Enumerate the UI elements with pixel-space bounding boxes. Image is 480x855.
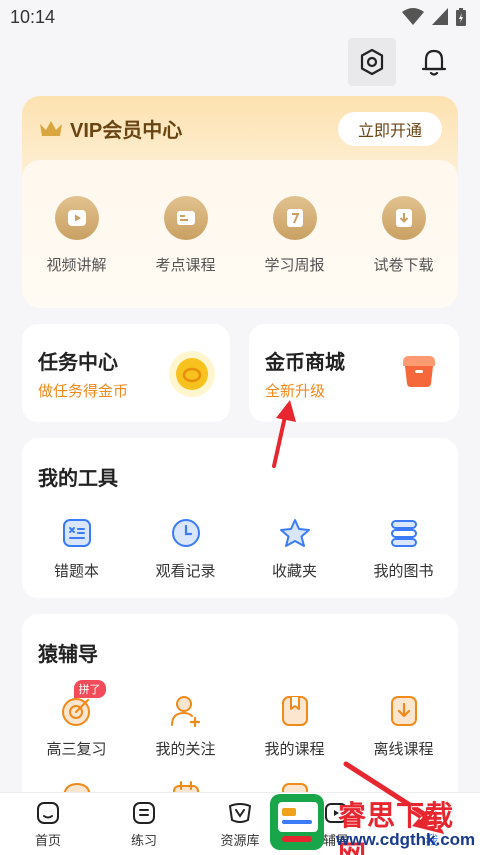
coin-icon <box>169 351 215 397</box>
vip-item-weekly[interactable]: 学习周报 <box>245 196 345 308</box>
vip-item-label: 考点课程 <box>155 257 216 274</box>
download-box-icon <box>387 694 421 728</box>
watermark-url: www.cdgthk.com <box>336 830 476 849</box>
calendar-7-icon <box>272 196 317 240</box>
vip-item-download[interactable]: 试卷下载 <box>354 196 454 308</box>
guide-offline-courses[interactable]: 离线课程 <box>354 694 454 759</box>
status-icons <box>402 8 466 26</box>
home-icon <box>37 801 59 824</box>
tool-label: 收藏夹 <box>271 563 317 580</box>
guide-my-courses[interactable]: 我的课程 <box>245 694 345 759</box>
coin-shop-subtitle: 全新升级 <box>265 383 326 400</box>
shop-basket-icon <box>403 356 435 387</box>
vip-center-card: VIP会员中心 立即开通 视频讲解 考点课程 学习周报 试卷下载 <box>22 96 458 308</box>
top-actions <box>348 38 458 86</box>
tool-wrong-book[interactable]: 错题本 <box>27 516 127 581</box>
vip-item-video[interactable]: 视频讲解 <box>27 196 127 308</box>
target-icon: 拼了 <box>60 680 106 728</box>
tab-label: 资源库 <box>220 832 260 848</box>
guide-label: 我的课程 <box>264 741 325 758</box>
tool-favorites[interactable]: 收藏夹 <box>245 516 345 581</box>
vip-title-row: VIP会员中心 <box>38 114 182 143</box>
card-icon <box>163 196 208 240</box>
guide-label: 我的关注 <box>155 741 216 758</box>
task-center-card[interactable]: 任务中心 做任务得金币 <box>22 324 230 422</box>
clock-icon <box>169 516 203 550</box>
yuanfudao-grid: 拼了 高三复习 我的关注 我的课程 离线课程 <box>22 680 458 759</box>
settings-button[interactable] <box>348 38 396 86</box>
vip-open-button[interactable]: 立即开通 <box>337 112 442 146</box>
books-icon <box>387 516 421 550</box>
status-bar: 10:14 <box>0 0 480 34</box>
tab-label: 首页 <box>34 832 61 848</box>
guide-label: 高三复习 <box>46 741 107 758</box>
coin-shop-title: 金币商城 <box>265 352 345 374</box>
tool-label: 错题本 <box>53 563 99 580</box>
promo-badge: 拼了 <box>73 680 106 698</box>
vip-item-course[interactable]: 考点课程 <box>136 196 236 308</box>
tool-label: 我的图书 <box>373 563 434 580</box>
library-icon <box>229 802 251 823</box>
task-center-title: 任务中心 <box>38 352 118 374</box>
bookmark-icon <box>278 694 312 728</box>
bell-icon <box>421 49 447 76</box>
star-icon <box>278 516 312 550</box>
watermark: 睿思下载网 www.cdgthk.com <box>266 792 480 855</box>
tab-home[interactable]: 首页 <box>0 793 96 855</box>
tool-my-books[interactable]: 我的图书 <box>354 516 454 581</box>
math-book-icon <box>60 516 94 550</box>
watermark-logo <box>270 794 324 850</box>
battery-icon <box>456 8 466 26</box>
signal-icon <box>432 8 448 25</box>
my-tools-card: 我的工具 错题本 观看记录 收藏夹 我的图书 <box>22 438 458 598</box>
practice-icon <box>133 801 155 824</box>
vip-benefits: 视频讲解 考点课程 学习周报 试卷下载 <box>22 160 458 308</box>
vip-title: VIP会员中心 <box>70 120 183 142</box>
vip-item-label: 试卷下载 <box>373 257 434 274</box>
my-tools-title: 我的工具 <box>38 468 118 490</box>
download-icon <box>381 196 426 240</box>
yuanfudao-title: 猿辅导 <box>38 644 98 666</box>
vip-item-label: 视频讲解 <box>46 257 107 274</box>
tools-grid: 错题本 观看记录 收藏夹 我的图书 <box>22 516 458 581</box>
tool-label: 观看记录 <box>155 563 216 580</box>
guide-senior-review[interactable]: 拼了 高三复习 <box>27 680 127 759</box>
tab-label: 练习 <box>130 832 157 848</box>
settings-icon <box>360 48 384 76</box>
user-plus-icon <box>169 694 203 728</box>
play-icon <box>54 196 99 240</box>
notification-button[interactable] <box>410 38 458 86</box>
vip-item-label: 学习周报 <box>264 257 325 274</box>
status-time: 10:14 <box>10 6 56 27</box>
tab-practice[interactable]: 练习 <box>96 793 192 855</box>
task-center-subtitle: 做任务得金币 <box>38 383 129 400</box>
tool-watch-history[interactable]: 观看记录 <box>136 516 236 581</box>
guide-following[interactable]: 我的关注 <box>136 694 236 759</box>
wifi-icon <box>402 8 424 25</box>
crown-icon <box>40 120 62 136</box>
guide-label: 离线课程 <box>373 741 434 758</box>
coin-shop-card[interactable]: 金币商城 全新升级 <box>249 324 459 422</box>
yuanfudao-card: 猿辅导 拼了 高三复习 我的关注 我的课程 离线课程 <box>22 614 458 814</box>
